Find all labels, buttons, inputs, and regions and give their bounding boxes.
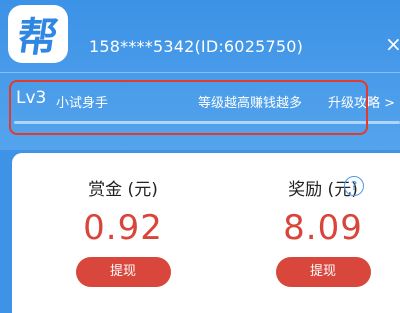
award-column: 奖励 (元) 8.09 提现	[248, 153, 398, 300]
header-divider	[0, 72, 400, 73]
account-phone-id: 158****5342(ID:6025750)	[89, 37, 304, 56]
app-logo: 帮	[8, 5, 68, 63]
profile-header: 帮 158****5342(ID:6025750) × Lv3 小试身手 等级越…	[0, 0, 400, 150]
bounty-column: 赏金 (元) 0.92 提现	[48, 153, 198, 300]
close-icon[interactable]: ×	[385, 32, 400, 56]
award-withdraw-button[interactable]: 提现	[275, 257, 371, 287]
award-title: 奖励 (元)	[288, 180, 358, 200]
highlight-annotation-box	[9, 80, 368, 135]
bounty-value: 0.92	[83, 208, 163, 248]
bounty-title: 赏金 (元)	[88, 180, 158, 200]
app-logo-glyph: 帮	[14, 15, 61, 61]
help-icon[interactable]: ?	[344, 176, 364, 196]
award-value: 8.09	[283, 208, 363, 248]
bounty-withdraw-button[interactable]: 提现	[75, 257, 171, 287]
balance-card: 赏金 (元) 0.92 提现 奖励 (元) 8.09 提现	[12, 153, 400, 313]
